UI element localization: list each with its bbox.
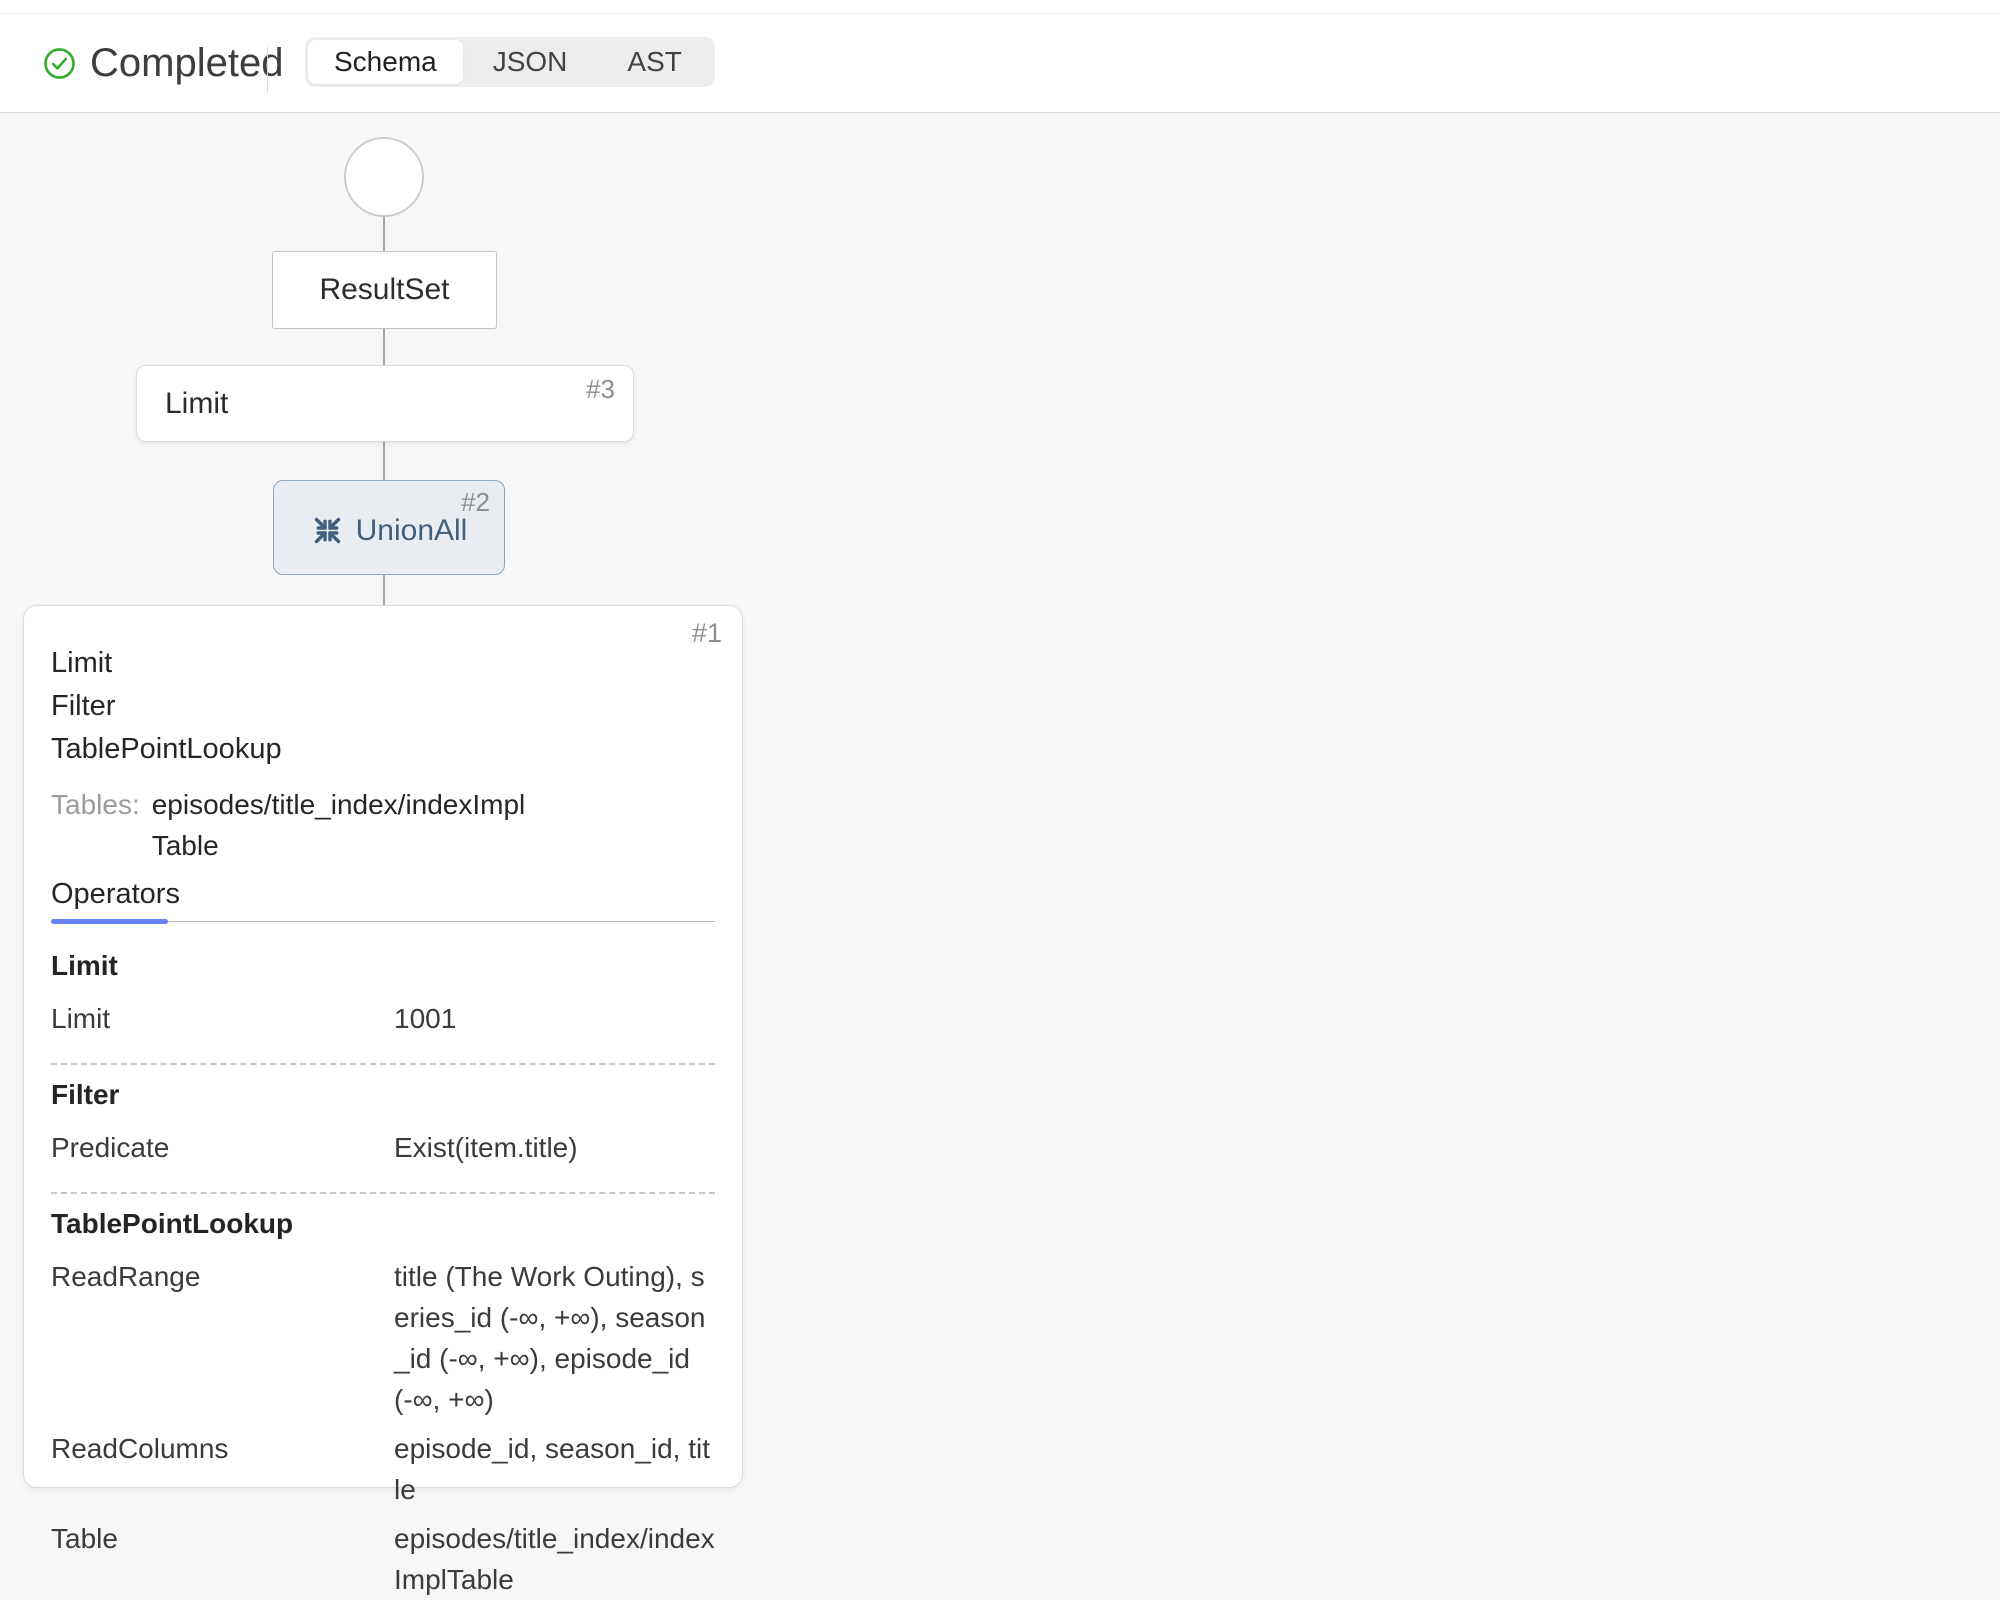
node-number-badge: #1 — [692, 618, 722, 649]
edge-line — [383, 217, 385, 251]
node-title: UnionAll — [356, 514, 468, 548]
section-title: Filter — [51, 1079, 715, 1111]
dashed-divider — [51, 1063, 715, 1065]
tab-operators[interactable]: Operators — [51, 878, 180, 911]
view-tabs: Schema JSON AST — [305, 37, 715, 87]
collapse-arrows-icon — [311, 508, 344, 547]
header-top-divider — [0, 13, 2000, 14]
tables-value: episodes/title_index/indexImplTable — [152, 784, 537, 866]
active-tab-indicator — [51, 919, 168, 924]
node-unionall[interactable]: UnionAll #2 — [273, 480, 505, 575]
tab-ast[interactable]: AST — [597, 40, 711, 84]
row-label: Predicate — [51, 1127, 394, 1168]
header-divider — [267, 47, 268, 93]
node-resultset[interactable]: ResultSet — [272, 251, 497, 329]
row-label: ReadRange — [51, 1256, 394, 1420]
row-value: 1001 — [394, 998, 715, 1039]
row-label: Limit — [51, 998, 394, 1039]
row-value: Exist(item.title) — [394, 1127, 715, 1168]
detail-row: Table episodes/title_index/indexImplTabl… — [51, 1518, 715, 1600]
status-indicator: Completed — [43, 14, 283, 113]
row-label: ReadColumns — [51, 1428, 394, 1510]
edge-line — [383, 575, 385, 606]
operator-name-list: Limit Filter TablePointLookup — [51, 642, 715, 771]
operator-sections: Limit Limit 1001 Filter Predicate Exist(… — [51, 950, 715, 1600]
operators-tab-bar: Operators — [51, 878, 715, 922]
row-value: title (The Work Outing), series_id (-∞, … — [394, 1256, 715, 1420]
query-plan-canvas: ResultSet Limit #3 UnionAll #2 #1 Limit … — [0, 114, 2000, 1528]
detail-row: ReadColumns episode_id, season_id, title — [51, 1428, 715, 1510]
tables-row: Tables: episodes/title_index/indexImplTa… — [51, 784, 715, 866]
status-label: Completed — [90, 41, 283, 86]
node-title: ResultSet — [319, 273, 449, 307]
header-bar: Completed Schema JSON AST — [0, 0, 2000, 113]
root-node-circle[interactable] — [344, 137, 424, 217]
operator-name: Limit — [51, 642, 715, 685]
edge-line — [383, 329, 385, 366]
tab-json[interactable]: JSON — [463, 40, 598, 84]
section-title: TablePointLookup — [51, 1208, 715, 1240]
detail-row: Limit 1001 — [51, 998, 715, 1039]
operator-name: TablePointLookup — [51, 728, 715, 771]
node-number-badge: #3 — [586, 374, 615, 405]
node-limit[interactable]: Limit #3 — [136, 365, 634, 442]
tab-schema[interactable]: Schema — [308, 40, 463, 84]
check-circle-icon — [43, 47, 76, 80]
section-title: Limit — [51, 950, 715, 982]
node-operator-details[interactable]: #1 Limit Filter TablePointLookup Tables:… — [23, 605, 743, 1488]
tables-label: Tables: — [51, 784, 140, 866]
detail-row: ReadRange title (The Work Outing), serie… — [51, 1256, 715, 1420]
dashed-divider — [51, 1192, 715, 1194]
row-label: Table — [51, 1518, 394, 1600]
detail-row: Predicate Exist(item.title) — [51, 1127, 715, 1168]
node-number-badge: #2 — [461, 487, 490, 518]
operator-name: Filter — [51, 685, 715, 728]
row-value: episodes/title_index/indexImplTable — [394, 1518, 715, 1600]
row-value: episode_id, season_id, title — [394, 1428, 715, 1510]
edge-line — [383, 442, 385, 481]
node-title: Limit — [137, 387, 228, 421]
